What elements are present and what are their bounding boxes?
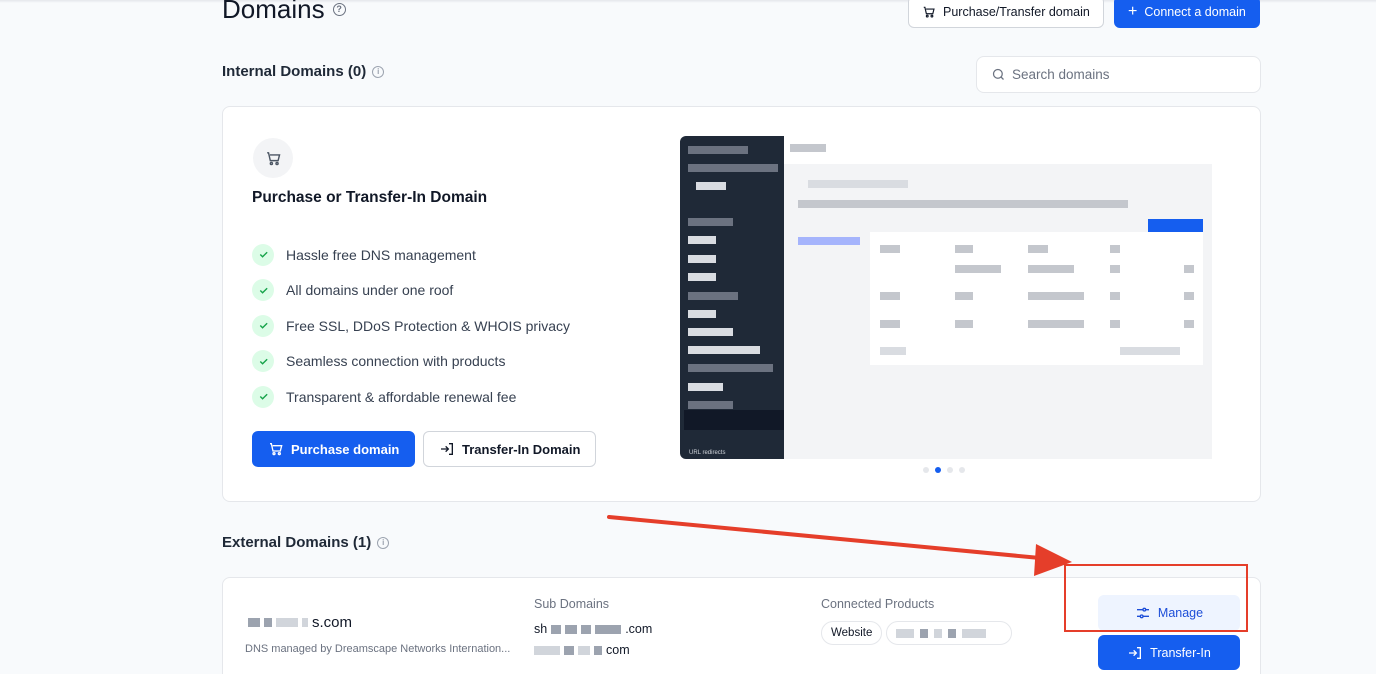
annotation-highlight-box	[1064, 564, 1248, 632]
